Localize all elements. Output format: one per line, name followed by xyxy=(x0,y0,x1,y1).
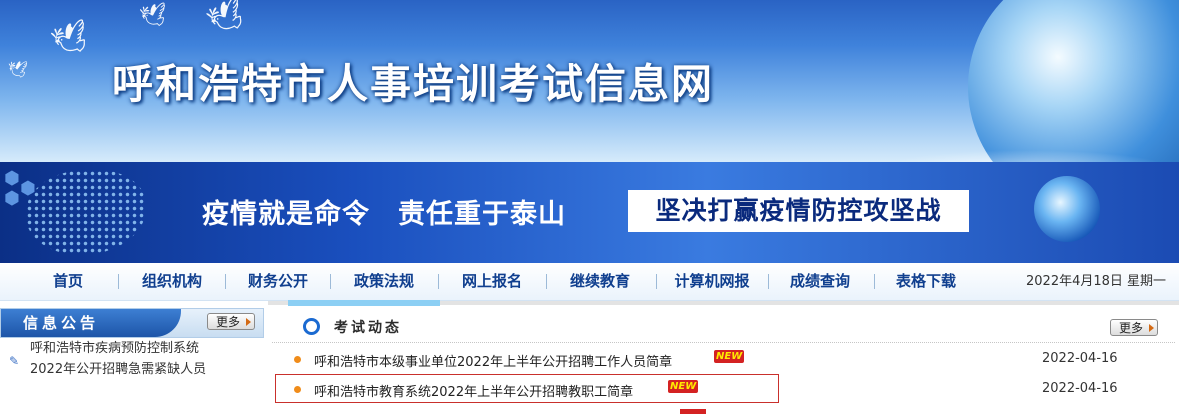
dove-icon: 🕊 xyxy=(202,0,252,42)
nav-item-registration[interactable]: 网上报名 xyxy=(446,263,538,300)
exam-news-panel: 考试动态 更多 呼和浩特市本级事业单位2022年上半年公开招聘工作人员简章 NE… xyxy=(268,300,1179,414)
globe-graphic xyxy=(968,0,1179,162)
info-notice-title: 信息公告 xyxy=(23,314,100,332)
hexagon-icon: ⬢ xyxy=(4,168,20,189)
nav-separator xyxy=(438,274,439,289)
exam-news-more-button[interactable]: 更多 xyxy=(1110,319,1158,336)
new-badge-icon: NEW xyxy=(714,350,745,363)
nav-separator xyxy=(874,274,875,289)
news-title-link[interactable]: 呼和浩特市本级事业单位2022年上半年公开招聘工作人员简章 xyxy=(314,351,672,370)
arrow-right-icon xyxy=(1149,324,1154,332)
nav-separator xyxy=(225,274,226,289)
exam-news-title: 考试动态 xyxy=(334,320,402,336)
nav-item-computer-registration[interactable]: 计算机网报 xyxy=(664,263,760,300)
nav-item-continuing-education[interactable]: 继续教育 xyxy=(554,263,646,300)
page: 🕊 🕊 🕊 🕊 呼和浩特市人事培训考试信息网 ⬢ ⬢ ⬢ 疫情就是命令 责任重于… xyxy=(0,0,1179,414)
current-date: 2022年4月18日 星期一 xyxy=(1026,274,1167,289)
info-notice-more-button[interactable]: 更多 xyxy=(207,313,255,330)
notice-item-line[interactable]: 2022年公开招聘急需紧缺人员 xyxy=(30,358,206,377)
nav-separator xyxy=(330,274,331,289)
info-notice-header: 信息公告 更多 xyxy=(0,308,264,338)
main-nav: 首页 组织机构 财务公开 政策法规 网上报名 继续教育 计算机网报 成绩查询 表… xyxy=(0,263,1179,301)
nav-item-home[interactable]: 首页 xyxy=(36,263,100,300)
selection-highlight-box xyxy=(275,374,779,403)
more-button-label: 更多 xyxy=(216,315,241,329)
site-header: 🕊 🕊 🕊 🕊 呼和浩特市人事培训考试信息网 xyxy=(0,0,1179,162)
dove-icon: 🕊 xyxy=(138,1,170,32)
section-divider xyxy=(272,342,1175,343)
bullet-icon xyxy=(294,356,301,363)
nav-item-organization[interactable]: 组织机构 xyxy=(126,263,218,300)
nav-separator xyxy=(118,274,119,289)
slogan-banner: ⬢ ⬢ ⬢ 疫情就是命令 责任重于泰山 坚决打赢疫情防控攻坚战 xyxy=(0,162,1179,263)
dove-icon: 🕊 xyxy=(8,60,29,79)
dotted-figure-graphic xyxy=(26,170,146,255)
news-row[interactable]: 呼和浩特市本级事业单位2022年上半年公开招聘工作人员简章 NEW 2022-0… xyxy=(272,348,1179,374)
nav-separator xyxy=(768,274,769,289)
globe-icon xyxy=(1034,176,1100,242)
nav-item-finance[interactable]: 财务公开 xyxy=(232,263,324,300)
hexagon-icon: ⬢ xyxy=(4,188,20,209)
nav-separator xyxy=(656,274,657,289)
info-notice-tab: 信息公告 xyxy=(1,309,181,337)
more-button-label: 更多 xyxy=(1119,321,1144,335)
info-notice-panel: 信息公告 更多 ✎ 呼和浩特市疾病预防控制系统 2022年公开招聘急需紧缺人员 xyxy=(0,300,266,414)
nav-item-form-download[interactable]: 表格下载 xyxy=(880,263,972,300)
slogan-text: 疫情就是命令 责任重于泰山 xyxy=(202,199,566,230)
dove-icon: 🕊 xyxy=(47,16,95,63)
news-date: 2022-04-16 xyxy=(1042,381,1118,396)
pencil-icon: ✎ xyxy=(9,354,20,368)
news-date: 2022-04-16 xyxy=(1042,351,1118,366)
notice-item-line[interactable]: 呼和浩特市疾病预防控制系统 xyxy=(30,340,199,356)
info-notice-list: ✎ 呼和浩特市疾病预防控制系统 2022年公开招聘急需紧缺人员 xyxy=(0,340,262,414)
site-title: 呼和浩特市人事培训考试信息网 xyxy=(112,60,714,108)
new-badge-partial-icon xyxy=(680,409,706,414)
arrow-right-icon xyxy=(246,318,251,326)
nav-item-policy[interactable]: 政策法规 xyxy=(338,263,430,300)
slogan-highlight: 坚决打赢疫情防控攻坚战 xyxy=(628,190,969,232)
nav-separator xyxy=(546,274,547,289)
section-tab-accent xyxy=(288,300,440,306)
circle-icon xyxy=(303,318,320,335)
nav-item-score-query[interactable]: 成绩查询 xyxy=(774,263,866,300)
